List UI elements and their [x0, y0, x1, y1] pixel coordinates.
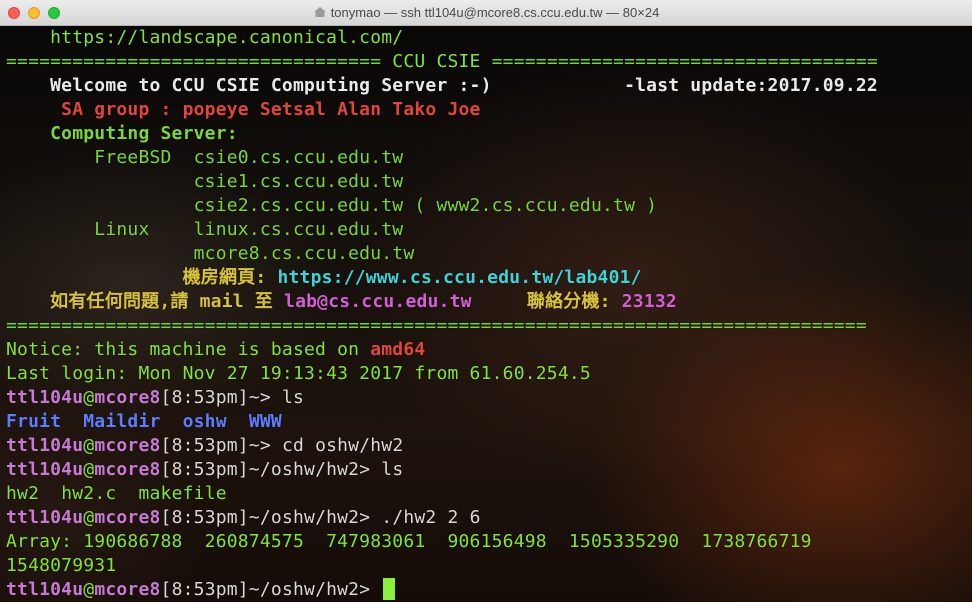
window-title-text: tonymao — ssh ttl104u@mcore8.cs.ccu.edu.… — [330, 5, 660, 20]
host-csie2: csie2.cs.ccu.edu.tw ( www2.cs.ccu.edu.tw… — [6, 195, 658, 216]
terminal-line: ttl104u@mcore8[8:53pm]~/oshw/hw2> ls — [6, 458, 878, 482]
last-login-text: Last login: Mon Nov 27 19:13:43 2017 fro… — [6, 363, 591, 384]
prompt: ttl104u@mcore8[8:53pm] — [6, 387, 249, 408]
prompt-host: mcore8 — [94, 507, 161, 528]
home-folder-icon — [313, 7, 326, 17]
terminal-line: ttl104u@mcore8[8:53pm]~> cd oshw/hw2 — [6, 434, 878, 458]
terminal-line: Computing Server: — [6, 122, 878, 146]
prompt-time: [8:53pm] — [160, 579, 249, 600]
terminal-line: mcore8.cs.ccu.edu.tw — [6, 242, 878, 266]
prompt-user: ttl104u — [6, 435, 84, 456]
dir-entry: WWW — [248, 411, 282, 432]
host-linux: linux.cs.ccu.edu.tw — [193, 219, 404, 240]
terminal-line: csie2.cs.ccu.edu.tw ( www2.cs.ccu.edu.tw… — [6, 194, 878, 218]
landscape-url: https://landscape.canonical.com/ — [6, 27, 404, 48]
dir-entry: Fruit — [6, 411, 62, 432]
sa-group-text: SA group : popeye Setsal Alan Tako Joe — [6, 99, 481, 120]
prompt: ttl104u@mcore8[8:53pm] — [6, 459, 249, 480]
prompt-user: ttl104u — [6, 387, 84, 408]
text-cursor[interactable] — [383, 578, 396, 600]
file-entry: makefile — [138, 483, 227, 504]
terminal-line: ================================== CCU C… — [6, 50, 878, 74]
terminal-line: Linux linux.cs.ccu.edu.tw — [6, 218, 878, 242]
command-text: ~/oshw/hw2> ./hw2 2 6 — [248, 507, 481, 528]
prompt: ttl104u@mcore8[8:53pm] — [6, 435, 249, 456]
command-text: ~> ls — [248, 387, 305, 408]
terminal-line: 機房網頁: https://www.cs.ccu.edu.tw/lab401/ — [6, 266, 878, 290]
terminal-line: csie1.cs.ccu.edu.tw — [6, 170, 878, 194]
terminal-line: ttl104u@mcore8[8:53pm]~> ls — [6, 386, 878, 410]
help-mail: lab@cs.ccu.edu.tw — [284, 291, 472, 312]
freebsd-label: FreeBSD — [6, 147, 194, 168]
terminal-line: hw2 hw2.c makefile — [6, 482, 878, 506]
terminal-line: Fruit Maildir oshw WWW — [6, 410, 878, 434]
prompt-host: mcore8 — [94, 579, 161, 600]
lab-page-url: https://www.cs.ccu.edu.tw/lab401/ — [277, 267, 642, 288]
window-titlebar[interactable]: tonymao — ssh ttl104u@mcore8.cs.ccu.edu.… — [0, 0, 972, 26]
host-csie0: csie0.cs.ccu.edu.tw — [193, 147, 404, 168]
program-output: Array: 190686788 260874575 747983061 906… — [6, 531, 812, 552]
dir-entry: Maildir — [83, 411, 161, 432]
host-mcore8: mcore8.cs.ccu.edu.tw — [6, 243, 415, 264]
notice-arch: amd64 — [370, 339, 426, 360]
terminal-line: ========================================… — [6, 314, 878, 338]
window-title: tonymao — ssh ttl104u@mcore8.cs.ccu.edu.… — [0, 0, 972, 26]
terminal-line: ttl104u@mcore8[8:53pm]~/oshw/hw2> — [6, 578, 878, 602]
terminal-line: ttl104u@mcore8[8:53pm]~/oshw/hw2> ./hw2 … — [6, 506, 878, 530]
command-text: ~/oshw/hw2> — [248, 579, 382, 600]
welcome-text: Welcome to CCU CSIE Computing Server :-) — [6, 75, 625, 96]
prompt-host: mcore8 — [94, 459, 161, 480]
prompt-host: mcore8 — [94, 387, 161, 408]
terminal-view[interactable]: https://landscape.canonical.com/ =======… — [0, 26, 972, 602]
computing-server-label: Computing Server: — [6, 123, 238, 144]
terminal-line: https://landscape.canonical.com/ — [6, 26, 878, 50]
prompt: ttl104u@mcore8[8:53pm] — [6, 579, 249, 600]
prompt-user: ttl104u — [6, 507, 84, 528]
terminal-line: Array: 190686788 260874575 747983061 906… — [6, 530, 878, 554]
notice-text: Notice: this machine is based on — [6, 339, 371, 360]
command-text: ~/oshw/hw2> ls — [248, 459, 404, 480]
prompt-time: [8:53pm] — [160, 387, 249, 408]
program-output: 1548079931 — [6, 555, 117, 576]
lab-page-label: 機房網頁: — [6, 267, 278, 288]
host-csie1: csie1.cs.ccu.edu.tw — [6, 171, 404, 192]
terminal-line: Last login: Mon Nov 27 19:13:43 2017 fro… — [6, 362, 878, 386]
terminal-line: 如有任何問題,請 mail 至 lab@cs.ccu.edu.tw 聯絡分機: … — [6, 290, 878, 314]
terminal-line: SA group : popeye Setsal Alan Tako Joe — [6, 98, 878, 122]
separator: =================================== — [491, 51, 878, 72]
prompt-user: ttl104u — [6, 579, 84, 600]
help-text: 如有任何問題,請 mail 至 — [6, 291, 285, 312]
separator: ========================================… — [6, 315, 867, 336]
terminal-line: Welcome to CCU CSIE Computing Server :-)… — [6, 74, 878, 98]
prompt: ttl104u@mcore8[8:53pm] — [6, 507, 249, 528]
prompt-time: [8:53pm] — [160, 435, 249, 456]
terminal-line: 1548079931 — [6, 554, 878, 578]
extension-number: 23132 — [621, 291, 677, 312]
banner-title: CCU CSIE — [381, 51, 492, 72]
last-update-text: -last update:2017.09.22 — [624, 75, 878, 96]
prompt-time: [8:53pm] — [160, 507, 249, 528]
linux-label: Linux — [6, 219, 194, 240]
prompt-time: [8:53pm] — [160, 459, 249, 480]
separator: ================================== — [6, 51, 382, 72]
file-entry: hw2 — [6, 483, 40, 504]
terminal-line: Notice: this machine is based on amd64 — [6, 338, 878, 362]
terminal-line: FreeBSD csie0.cs.ccu.edu.tw — [6, 146, 878, 170]
prompt-user: ttl104u — [6, 459, 84, 480]
extension-label: 聯絡分機: — [471, 291, 622, 312]
file-entry: hw2.c — [61, 483, 117, 504]
dir-entry: oshw — [182, 411, 227, 432]
command-text: ~> cd oshw/hw2 — [248, 435, 404, 456]
scrollbar[interactable] — [966, 52, 972, 602]
prompt-host: mcore8 — [94, 435, 161, 456]
